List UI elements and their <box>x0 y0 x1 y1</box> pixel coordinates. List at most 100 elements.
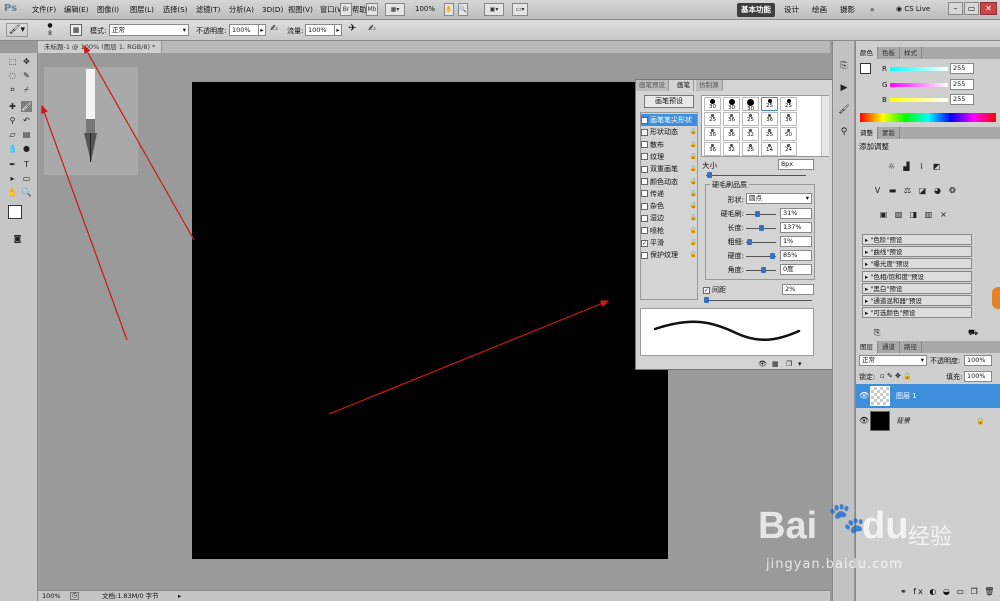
layer-opacity-input[interactable]: 100% <box>964 355 992 366</box>
checkbox-icon[interactable] <box>641 202 648 210</box>
brush-tool-icon[interactable]: 🖌 <box>21 101 32 112</box>
color-fg-swatch[interactable] <box>860 63 871 74</box>
lasso-tool-icon[interactable]: ◌ <box>7 70 18 81</box>
color-balance-icon[interactable]: ⚖ <box>902 185 913 196</box>
param-slider-thumb[interactable] <box>758 225 764 231</box>
black-white-icon[interactable]: ◪ <box>917 185 928 196</box>
crop-tool-icon[interactable]: ⌗ <box>7 84 18 95</box>
workspace-paint[interactable]: 绘画 <box>808 3 831 17</box>
lock-icon[interactable]: 🔒 <box>690 163 697 175</box>
blur-tool-icon[interactable]: 💧 <box>7 143 18 154</box>
tab-brush[interactable]: 画笔 <box>674 80 694 91</box>
g-input[interactable]: 255 <box>950 79 974 90</box>
param-slider-thumb[interactable] <box>746 239 752 245</box>
gradient-map-icon[interactable]: ▥ <box>923 209 934 220</box>
brush-tip[interactable]: 25 <box>780 97 797 111</box>
side-feedback-tab[interactable] <box>992 287 1000 309</box>
screen-mode-icon[interactable]: ▭▾ <box>512 3 528 16</box>
adjustment-preset-item[interactable]: ▸ "曝光度"预设 <box>862 258 972 270</box>
adjustment-preset-item[interactable]: ▸ "可选颜色"预设 <box>862 307 972 319</box>
adjustment-preset-item[interactable]: ▸ "色相/饱和度"预设 <box>862 270 972 282</box>
checkbox-icon[interactable] <box>641 128 648 136</box>
zoom-readout[interactable]: 100% <box>415 5 435 13</box>
lock-icon[interactable]: 🔒 <box>690 139 697 151</box>
brush-size-picker[interactable]: ● 8 <box>42 22 58 38</box>
lock-icon[interactable]: 🔒 <box>690 126 697 138</box>
brush-tip[interactable]: 36 <box>704 127 721 141</box>
exposure-icon[interactable]: ◩ <box>931 161 942 172</box>
tab-color[interactable]: 颜色 <box>856 47 878 59</box>
hand-icon[interactable]: ✋ <box>444 3 454 16</box>
brush-tip[interactable]: 14 <box>761 142 778 156</box>
brush-tip[interactable]: 36 <box>723 127 740 141</box>
adjustment-preset-item[interactable]: ▸ "色阶"预设 <box>862 234 972 245</box>
dodge-tool-icon[interactable]: ● <box>21 143 32 154</box>
adjust-footer-icon[interactable]: ⎘ <box>874 328 880 338</box>
layer-row[interactable]: 👁 图层 1 <box>856 384 1000 408</box>
tab-paths[interactable]: 路径 <box>900 341 922 353</box>
quick-mask-icon[interactable]: ◙ <box>12 233 23 244</box>
b-input[interactable]: 255 <box>950 94 974 105</box>
foreground-color-swatch[interactable] <box>8 205 22 219</box>
size-input[interactable]: 8px <box>778 159 814 170</box>
adjustment-preset-item[interactable]: ▸ "通道混和器"预设 <box>862 295 972 306</box>
zoom-tool-icon[interactable]: 🔍 <box>21 187 32 198</box>
lock-icon[interactable]: 🔒 <box>690 237 697 249</box>
brush-tip[interactable]: 36 <box>704 142 721 156</box>
checkbox-icon[interactable] <box>641 251 648 259</box>
lock-icon[interactable]: 🔒 <box>690 151 697 163</box>
param-slider-track[interactable] <box>746 214 776 215</box>
eyedropper-tool-icon[interactable]: ⌿ <box>21 84 32 95</box>
brush-setting-item[interactable]: 保护纹理 🔒 <box>641 249 697 261</box>
tab-clone-source[interactable]: 仿制源 <box>696 80 723 91</box>
checkbox-icon[interactable]: ✓ <box>641 239 648 247</box>
brush-setting-item[interactable]: ✓ 平滑 🔒 <box>641 237 697 249</box>
posterize-icon[interactable]: ▧ <box>893 209 904 220</box>
lock-icon[interactable]: 🔒 <box>690 225 697 237</box>
menu-analysis[interactable]: 分析(A) <box>229 5 254 15</box>
flow-arrow-icon[interactable]: ▸ <box>334 24 342 36</box>
tab-masks[interactable]: 蒙版 <box>878 127 900 139</box>
curves-icon[interactable]: ⌇ <box>916 161 927 172</box>
tab-channels[interactable]: 通道 <box>878 341 900 353</box>
brush-panel-icon[interactable]: 🖌 <box>837 103 851 117</box>
mode-select[interactable]: 正常 ▾ <box>109 24 189 36</box>
status-icon[interactable]: ◷ <box>70 592 79 600</box>
threshold-icon[interactable]: ◨ <box>908 209 919 220</box>
eye-icon[interactable]: 👁 <box>859 384 869 408</box>
status-zoom[interactable]: 100% <box>42 591 61 601</box>
move-tool-icon[interactable]: ✥ <box>21 56 32 67</box>
marquee-tool-icon[interactable]: ⬚ <box>7 56 18 67</box>
fill-input[interactable]: 100% <box>964 371 992 382</box>
r-slider[interactable] <box>890 67 948 71</box>
lock-icon[interactable]: 🔒 <box>690 200 697 212</box>
param-input[interactable]: 85% <box>780 250 812 261</box>
maximize-button[interactable]: ▭ <box>964 2 979 15</box>
document-canvas[interactable] <box>192 82 668 559</box>
zoom-icon[interactable]: 🔍 <box>458 3 468 16</box>
selective-color-icon[interactable]: ⨯ <box>938 209 949 220</box>
brush-presets-button[interactable]: 画笔预设 <box>644 95 694 108</box>
checkbox-icon[interactable] <box>641 214 648 222</box>
hand-tool-icon[interactable]: ✋ <box>7 187 18 198</box>
new-preset-icon[interactable]: ❐ <box>786 360 792 368</box>
photo-filter-icon[interactable]: ◕ <box>932 185 943 196</box>
tab-adjustments[interactable]: 调整 <box>856 127 878 139</box>
checkbox-icon[interactable] <box>641 165 648 173</box>
eye-icon[interactable]: 👁 <box>859 409 869 433</box>
checkbox-icon[interactable] <box>641 141 648 149</box>
checkbox-icon[interactable] <box>641 153 648 161</box>
param-slider-thumb[interactable] <box>769 253 775 259</box>
actions-panel-icon[interactable]: ▶ <box>837 81 851 95</box>
shape-select[interactable]: 圆点 ▾ <box>746 193 812 204</box>
checkbox-icon[interactable] <box>641 116 648 124</box>
workspace-design[interactable]: 设计 <box>780 3 803 17</box>
workspace-essentials[interactable]: 基本功能 <box>737 3 775 17</box>
toggle-preview-icon[interactable]: 👁 <box>758 360 767 368</box>
invert-icon[interactable]: ▣ <box>878 209 889 220</box>
checkbox-icon[interactable] <box>641 227 648 235</box>
eraser-tool-icon[interactable]: ▱ <box>7 129 18 140</box>
menu-select[interactable]: 选择(S) <box>163 5 188 15</box>
menu-filter[interactable]: 滤镜(T) <box>196 5 220 15</box>
tab-swatches[interactable]: 色板 <box>878 47 900 59</box>
